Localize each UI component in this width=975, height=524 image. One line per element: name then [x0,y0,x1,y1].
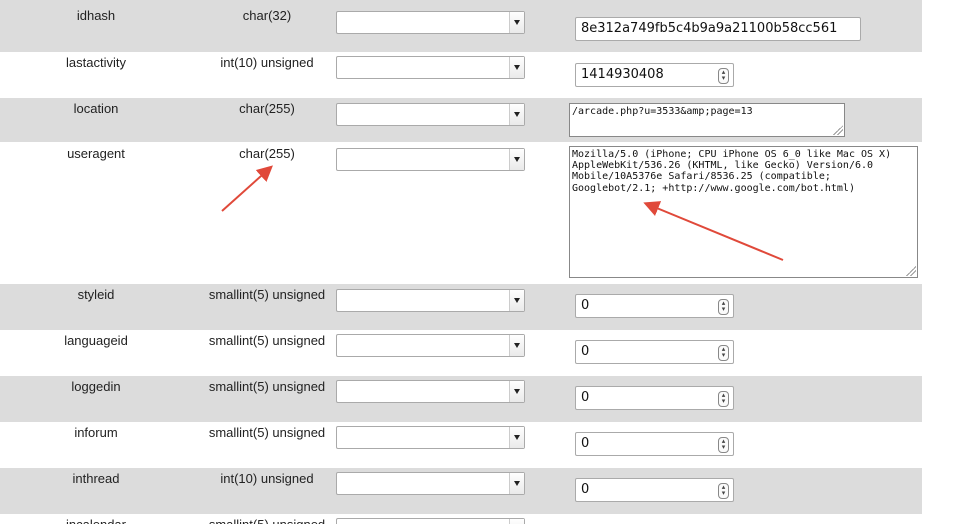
table-row: inthread int(10) unsigned 0 ▴ ▾ [0,468,922,514]
stepper-icon[interactable]: ▴ ▾ [718,345,729,361]
chevron-down-icon [509,473,524,494]
resize-grip-icon[interactable] [906,266,916,276]
column-type: char(255) [239,146,295,161]
value-text: 0 [581,482,590,497]
stepper-icon[interactable]: ▴ ▾ [718,68,729,84]
column-name: useragent [67,146,125,161]
table-row: lastactivity int(10) unsigned 1414930408… [0,52,922,98]
table-row: languageid smallint(5) unsigned 0 ▴ ▾ [0,330,922,376]
resize-grip-icon[interactable] [833,125,843,135]
chevron-down-icon [509,335,524,356]
value-input[interactable]: 0 ▴ ▾ [575,386,734,410]
function-select[interactable] [336,518,525,524]
value-text: Mozilla/5.0 (iPhone; CPU iPhone OS 6_0 l… [572,149,898,194]
column-type: char(32) [242,8,292,23]
column-name: incalendar [0,517,192,524]
column-name: inthread [72,471,120,486]
column-type: smallint(5) unsigned [208,287,326,302]
value-input[interactable]: 0 ▴ ▾ [575,478,734,502]
table-row: loggedin smallint(5) unsigned 0 ▴ ▾ [0,376,922,422]
column-type: char(255) [239,101,295,116]
chevron-down-icon [509,519,524,524]
column-type: smallint(5) unsigned [192,517,342,524]
chevron-down-icon [509,381,524,402]
table-row: incalendar smallint(5) unsigned [0,514,922,524]
function-select[interactable] [336,11,525,34]
function-select[interactable] [336,148,525,171]
stepper-icon[interactable]: ▴ ▾ [718,299,729,315]
value-input[interactable]: 0 ▴ ▾ [575,294,734,318]
function-select[interactable] [336,56,525,79]
function-select[interactable] [336,289,525,312]
column-name: styleid [77,287,115,302]
stepper-icon[interactable]: ▴ ▾ [718,437,729,453]
value-text: /arcade.php?u=3533&amp;page=13 [572,106,753,117]
column-type: smallint(5) unsigned [208,379,326,394]
column-type: int(10) unsigned [220,471,314,486]
chevron-down-icon [509,12,524,33]
value-input[interactable]: 0 ▴ ▾ [575,432,734,456]
value-textarea[interactable]: /arcade.php?u=3533&amp;page=13 [569,103,845,137]
chevron-down-icon [509,290,524,311]
function-select[interactable] [336,472,525,495]
column-name: inforum [74,425,118,440]
chevron-down-icon [509,149,524,170]
table-row: location char(255) /arcade.php?u=3533&am… [0,98,922,142]
column-name: languageid [64,333,128,348]
value-text: 0 [581,298,590,313]
column-name: location [73,101,119,116]
stepper-icon[interactable]: ▴ ▾ [718,391,729,407]
function-select[interactable] [336,380,525,403]
function-select[interactable] [336,426,525,449]
column-type: smallint(5) unsigned [208,425,326,440]
chevron-down-icon [509,104,524,125]
table-row: inforum smallint(5) unsigned 0 ▴ ▾ [0,422,922,468]
value-text: 1414930408 [581,67,664,82]
value-input[interactable]: 1414930408 ▴ ▾ [575,63,734,87]
table-row: styleid smallint(5) unsigned 0 ▴ ▾ [0,284,922,330]
table-row: useragent char(255) Mozilla/5.0 (iPhone;… [0,142,922,284]
column-name: lastactivity [66,55,126,70]
value-text: 0 [581,390,590,405]
value-textarea[interactable]: Mozilla/5.0 (iPhone; CPU iPhone OS 6_0 l… [569,146,918,278]
chevron-down-icon [509,427,524,448]
value-text: 0 [581,436,590,451]
value-text: 0 [581,344,590,359]
column-name: idhash [76,8,116,23]
function-select[interactable] [336,334,525,357]
function-select[interactable] [336,103,525,126]
table-row: idhash char(32) 8e312a749fb5c4b9a9a21100… [0,0,922,52]
column-type: int(10) unsigned [220,55,314,70]
column-type: smallint(5) unsigned [208,333,326,348]
value-input[interactable]: 8e312a749fb5c4b9a9a21100b58cc561 [575,17,861,41]
value-input[interactable]: 0 ▴ ▾ [575,340,734,364]
stepper-icon[interactable]: ▴ ▾ [718,483,729,499]
column-name: loggedin [71,379,121,394]
chevron-down-icon [509,57,524,78]
